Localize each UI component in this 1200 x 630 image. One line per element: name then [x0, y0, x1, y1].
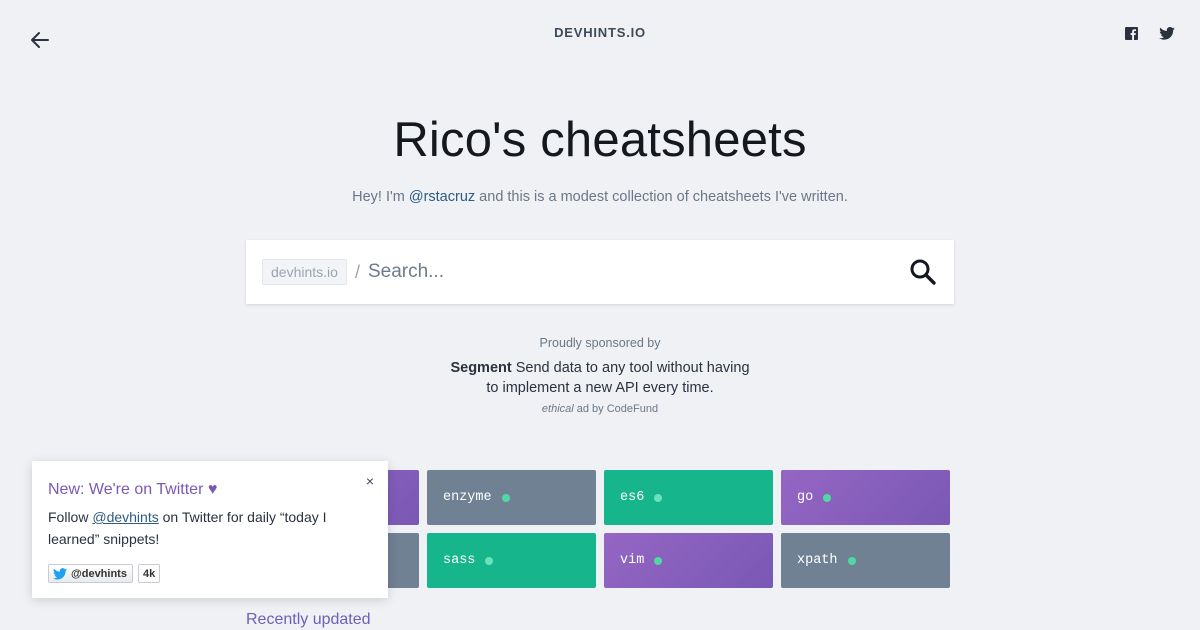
twitter-follow-button[interactable]: @devhints	[48, 564, 133, 583]
cheatsheet-tile-go[interactable]: go	[781, 470, 950, 525]
facebook-link[interactable]	[1122, 25, 1140, 41]
facebook-icon	[1124, 26, 1138, 40]
twitter-bird-icon	[53, 567, 67, 580]
twitter-link[interactable]	[1158, 25, 1176, 41]
tile-label: xpath	[797, 553, 838, 568]
page-title: Rico's cheatsheets	[393, 113, 807, 167]
search-prefix: devhints.io	[262, 259, 347, 285]
brand-logo[interactable]: DEVHINTS.IO	[0, 25, 1200, 40]
popup-body-before: Follow	[48, 509, 93, 525]
cheatsheet-tile-es6[interactable]: es6	[604, 470, 773, 525]
search-box: devhints.io /	[246, 240, 954, 304]
cheatsheet-tile-enzyme[interactable]: enzyme	[427, 470, 596, 525]
devhints-twitter-link[interactable]: @devhints	[92, 509, 158, 525]
tile-label: go	[797, 490, 814, 505]
subtitle-text-after: and this is a modest collection of cheat…	[475, 189, 848, 205]
sponsor-label: Proudly sponsored by	[539, 336, 661, 350]
top-bar: DEVHINTS.IO	[0, 0, 1200, 70]
close-button[interactable]: ×	[366, 473, 374, 489]
twitter-icon	[1159, 26, 1175, 40]
ad-ethical-label: ethical	[541, 403, 574, 415]
twitter-popup: × New: We're on Twitter ♥ Follow @devhin…	[32, 461, 388, 598]
twitter-follow-widget: @devhints 4k	[48, 564, 372, 583]
author-link[interactable]: @rstacruz	[409, 189, 475, 205]
cheatsheet-tile-vim[interactable]: vim	[604, 533, 773, 588]
updated-dot-icon	[485, 556, 494, 565]
tile-label: vim	[620, 553, 645, 568]
sponsor-ad[interactable]: Segment Send data to any tool without ha…	[450, 359, 750, 398]
tile-label: enzyme	[443, 490, 492, 505]
page-subtitle: Hey! I'm @rstacruz and this is a modest …	[0, 189, 1200, 205]
popup-body: Follow @devhints on Twitter for daily “t…	[48, 506, 372, 550]
search-input[interactable]	[367, 261, 908, 283]
search-icon	[910, 259, 936, 285]
sponsor-name: Segment	[450, 360, 512, 376]
popup-title: New: We're on Twitter ♥	[48, 481, 218, 498]
search-button[interactable]	[908, 257, 938, 287]
recently-updated-heading: Recently updated	[246, 611, 371, 628]
updated-dot-icon	[847, 556, 856, 565]
updated-dot-icon	[501, 493, 510, 502]
cheatsheet-tile-sass[interactable]: sass	[427, 533, 596, 588]
ad-attribution[interactable]: ethical ad by CodeFund	[0, 403, 1200, 415]
updated-dot-icon	[823, 493, 832, 502]
subtitle-text-before: Hey! I'm	[352, 189, 409, 205]
social-links	[1122, 25, 1176, 41]
updated-dot-icon	[654, 493, 663, 502]
tile-label: es6	[620, 490, 645, 505]
tile-label: sass	[443, 553, 476, 568]
follow-handle: @devhints	[71, 567, 127, 580]
updated-dot-icon	[654, 556, 663, 565]
ad-provider: ad by CodeFund	[573, 403, 659, 415]
search-slash: /	[354, 261, 360, 282]
follower-count[interactable]: 4k	[137, 564, 161, 583]
sponsor-description: Send data to any tool without having to …	[486, 360, 750, 396]
cheatsheet-tile-xpath[interactable]: xpath	[781, 533, 950, 588]
